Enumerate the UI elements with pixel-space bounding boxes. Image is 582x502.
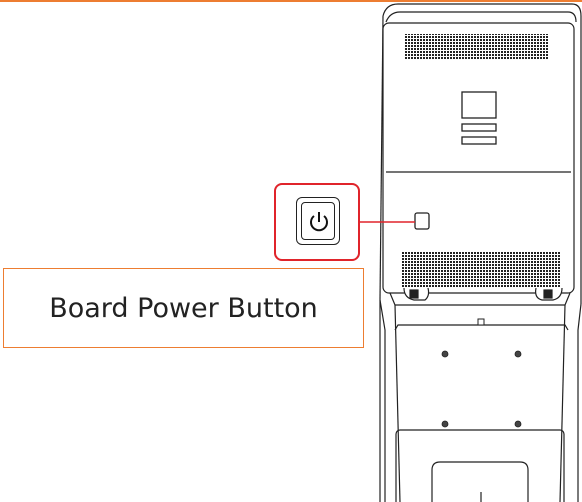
mount-screws: [441, 350, 522, 428]
bottom-vent-grille: [402, 252, 560, 288]
label-plate: [461, 91, 497, 145]
device-power-button: [414, 212, 430, 230]
center-notch: [477, 318, 485, 326]
callout-label-box: Board Power Button: [3, 268, 364, 348]
callout-label: Board Power Button: [49, 292, 318, 324]
top-vent-grille: [404, 34, 548, 60]
power-icon: [310, 212, 328, 232]
hinge-bracket-left: [403, 287, 430, 301]
hinge-bracket-right: [535, 287, 563, 301]
power-button-zoom: [296, 197, 340, 245]
